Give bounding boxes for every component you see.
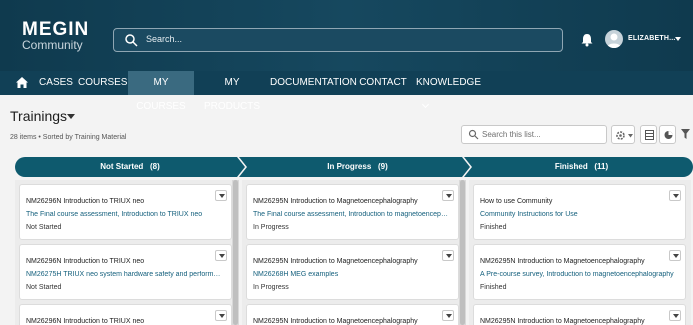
logo-sub-text: Community bbox=[22, 38, 83, 52]
user-icon bbox=[607, 33, 621, 48]
card-menu-button[interactable] bbox=[442, 310, 454, 321]
chevron-down-icon bbox=[421, 100, 430, 109]
training-card[interactable]: NM26295N Introduction to Magnetoencephal… bbox=[246, 304, 459, 325]
training-card[interactable]: NM26296N Introduction to TRIUX neo NM262… bbox=[19, 244, 232, 300]
card-menu-button[interactable] bbox=[669, 310, 681, 321]
filter-icon bbox=[681, 129, 690, 139]
stage-label: Finished bbox=[554, 162, 588, 171]
training-card[interactable]: NM26296N Introduction to TRIUX neo The F… bbox=[19, 184, 232, 240]
card-course: NM26296N Introduction to TRIUX neo bbox=[26, 258, 145, 265]
pie-chart-icon bbox=[664, 131, 673, 139]
card-status: Not Started bbox=[26, 284, 62, 291]
stage-count: (8) bbox=[150, 162, 160, 171]
nav-item-contact[interactable]: CONTACT bbox=[356, 71, 410, 95]
list-meta: 28 items • Sorted by Training Material bbox=[10, 134, 127, 141]
global-search-placeholder: Search... bbox=[146, 34, 183, 44]
chart-button[interactable] bbox=[659, 125, 676, 144]
card-status: In Progress bbox=[253, 224, 289, 231]
list-search-input[interactable]: Search this list... bbox=[461, 125, 607, 144]
column-scrollbar[interactable] bbox=[459, 180, 466, 325]
nav-item-cases[interactable]: CASES bbox=[36, 71, 76, 95]
card-menu-button[interactable] bbox=[669, 190, 681, 201]
card-status: Finished bbox=[480, 224, 507, 231]
stage-not-started[interactable]: Not Started (8) bbox=[15, 157, 245, 177]
nav-item-knowledge[interactable]: KNOWLEDGE bbox=[412, 71, 488, 109]
table-view-button[interactable] bbox=[640, 125, 657, 144]
stage-label: In Progress bbox=[327, 162, 372, 171]
gear-icon bbox=[616, 131, 625, 140]
main-nav: CASES COURSES MY COURSES MY PRODUCTS DOC… bbox=[0, 71, 693, 112]
user-menu-chevron-icon[interactable] bbox=[675, 37, 681, 41]
megin-logo[interactable]: MEGIN Community bbox=[22, 20, 89, 52]
nav-item-documentation[interactable]: DOCUMENTATION bbox=[270, 71, 357, 95]
scrollbar-thumb[interactable] bbox=[233, 180, 238, 325]
card-menu-button[interactable] bbox=[215, 190, 227, 201]
home-icon[interactable] bbox=[16, 77, 28, 88]
card-course: NM26295N Introduction to Magnetoencephal… bbox=[480, 258, 645, 265]
search-icon bbox=[468, 129, 479, 140]
kanban-column-finished: How to use Community Community Instructi… bbox=[469, 180, 691, 325]
card-course: NM26295N Introduction to Magnetoencephal… bbox=[253, 198, 418, 205]
training-card[interactable]: How to use Community Community Instructi… bbox=[473, 184, 686, 240]
user-name[interactable]: ELIZABETH... bbox=[628, 35, 676, 42]
card-status: In Progress bbox=[253, 284, 289, 291]
search-icon bbox=[125, 34, 138, 47]
kanban-column-not-started: NM26296N Introduction to TRIUX neo The F… bbox=[15, 180, 237, 325]
stage-in-progress[interactable]: In Progress (9) bbox=[245, 157, 470, 177]
card-link[interactable]: The Final course assessment, Introductio… bbox=[26, 211, 222, 218]
card-course: NM26296N Introduction to TRIUX neo bbox=[26, 318, 145, 325]
filter-button[interactable] bbox=[678, 125, 693, 144]
card-link[interactable]: NM26275H TRIUX neo system hardware safet… bbox=[26, 271, 222, 278]
list-view-chevron-icon[interactable] bbox=[67, 114, 75, 119]
card-menu-button[interactable] bbox=[215, 310, 227, 321]
notifications-bell-icon[interactable] bbox=[580, 33, 594, 47]
stage-count: (11) bbox=[594, 162, 609, 171]
training-card[interactable]: NM26295N Introduction to Magnetoencephal… bbox=[246, 244, 459, 300]
card-course: NM26295N Introduction to Magnetoencephal… bbox=[253, 258, 418, 265]
card-link[interactable]: The Final course assessment, Introductio… bbox=[253, 211, 449, 218]
card-course: NM26295N Introduction to Magnetoencephal… bbox=[480, 318, 645, 325]
nav-item-knowledge-label: KNOWLEDGE bbox=[416, 77, 482, 88]
kanban-column-in-progress: NM26295N Introduction to Magnetoencephal… bbox=[242, 180, 464, 325]
training-card[interactable]: NM26295N Introduction to Magnetoencephal… bbox=[246, 184, 459, 240]
training-card[interactable]: NM26296N Introduction to TRIUX neo bbox=[19, 304, 232, 325]
training-card[interactable]: NM26295N Introduction to Magnetoencephal… bbox=[473, 304, 686, 325]
site-header: MEGIN Community Search... ELIZABETH... bbox=[0, 0, 693, 71]
nav-item-my-products[interactable]: MY PRODUCTS bbox=[196, 71, 268, 112]
card-menu-button[interactable] bbox=[215, 250, 227, 261]
table-icon bbox=[645, 130, 654, 140]
card-status: Not Started bbox=[26, 224, 62, 231]
card-status: Finished bbox=[480, 284, 507, 291]
card-link[interactable]: A Pre-course survey, Introduction to mag… bbox=[480, 271, 676, 278]
column-scrollbar[interactable] bbox=[232, 180, 239, 325]
card-link[interactable]: NM26268H MEG examples bbox=[253, 271, 449, 278]
card-link[interactable]: Community Instructions for Use bbox=[480, 211, 676, 218]
list-title[interactable]: Trainings bbox=[10, 108, 67, 124]
stage-count: (9) bbox=[377, 162, 388, 171]
stage-finished[interactable]: Finished (11) bbox=[470, 157, 693, 177]
global-search-input[interactable]: Search... bbox=[113, 28, 563, 52]
list-search-placeholder: Search this list... bbox=[482, 130, 541, 139]
card-menu-button[interactable] bbox=[442, 250, 454, 261]
user-avatar[interactable] bbox=[605, 30, 623, 48]
training-card[interactable]: NM26295N Introduction to Magnetoencephal… bbox=[473, 244, 686, 300]
scrollbar-thumb[interactable] bbox=[460, 180, 465, 325]
nav-item-courses[interactable]: COURSES bbox=[78, 71, 127, 95]
card-menu-button[interactable] bbox=[442, 190, 454, 201]
card-course: How to use Community bbox=[480, 198, 553, 205]
stage-label: Not Started bbox=[100, 162, 144, 171]
list-settings-button[interactable] bbox=[611, 125, 635, 144]
card-course: NM26296N Introduction to TRIUX neo bbox=[26, 198, 145, 205]
card-menu-button[interactable] bbox=[669, 250, 681, 261]
nav-item-my-courses[interactable]: MY COURSES bbox=[128, 71, 194, 112]
card-course: NM26295N Introduction to Magnetoencephal… bbox=[253, 318, 418, 325]
chevron-down-icon bbox=[628, 134, 633, 138]
logo-main-text: MEGIN bbox=[22, 19, 90, 40]
